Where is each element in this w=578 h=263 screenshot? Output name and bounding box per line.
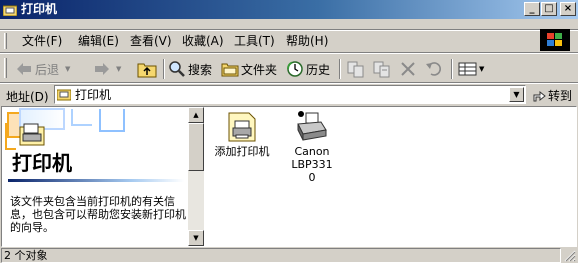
undo-button[interactable]	[425, 59, 443, 79]
resize-grip-icon[interactable]	[564, 250, 576, 262]
address-label: 地址(D)	[6, 90, 49, 104]
divider	[0, 52, 578, 54]
back-arrow-icon	[17, 63, 31, 75]
back-button[interactable]: 后退 ▼	[16, 59, 70, 79]
folders-button[interactable]: 文件夹	[221, 59, 277, 79]
menu-bar: 文件(F) 编辑(E) 查看(V) 收藏(A) 工具(T) 帮助(H)	[0, 31, 578, 51]
search-button[interactable]: 搜索	[168, 59, 212, 79]
status-text-panel: 2 个对象	[1, 248, 561, 263]
move-to-icon	[347, 61, 364, 78]
search-icon	[169, 61, 185, 77]
back-dropdown-icon[interactable]: ▼	[65, 65, 70, 73]
web-view-banner	[2, 107, 188, 151]
title-bar[interactable]: 打印机 _ □ ×	[0, 0, 578, 19]
scroll-down-button[interactable]: ▼	[188, 230, 204, 246]
minimize-icon: _	[529, 3, 535, 14]
toolbar-grip[interactable]	[4, 58, 7, 78]
up-folder-button[interactable]	[137, 59, 157, 79]
up-folder-icon	[137, 63, 157, 78]
add-printer-icon	[228, 112, 256, 142]
views-icon	[458, 62, 477, 76]
forward-button[interactable]: ▼	[94, 59, 121, 79]
copy-to-icon	[373, 61, 390, 78]
vertical-scrollbar[interactable]: ▲ ▼	[188, 107, 204, 246]
scroll-up-button[interactable]: ▲	[188, 107, 204, 123]
printers-folder-icon	[57, 89, 71, 101]
delete-icon	[401, 62, 415, 76]
forward-dropdown-icon[interactable]: ▼	[116, 65, 121, 73]
menu-grip[interactable]	[4, 33, 7, 49]
windows-logo-icon	[540, 29, 570, 51]
printers-folder-icon	[3, 5, 17, 16]
window-title: 打印机	[21, 2, 58, 16]
back-label: 后退	[35, 62, 60, 77]
pane-description: 该文件夹包含当前打印机的有关信息，也包含可以帮助您安装新打印机的向导。	[10, 195, 186, 234]
address-value: 打印机	[75, 88, 112, 102]
explorer-window: 打印机 _ □ × 文件(F) 编辑(E) 查看(V) 收藏(A) 工具(T) …	[0, 0, 578, 263]
address-input[interactable]: 打印机 ▼	[54, 85, 526, 104]
list-item[interactable]: 添加打印机	[206, 109, 278, 158]
status-bar: 2 个对象	[0, 247, 578, 263]
list-item[interactable]: Canon LBP3310	[276, 109, 348, 184]
toolbar-separator	[339, 59, 341, 79]
arrow-down-icon: ▼	[193, 234, 199, 242]
chevron-down-icon: ▼	[513, 90, 520, 99]
go-arrow-icon	[533, 90, 546, 101]
toolbar-separator	[163, 59, 165, 79]
close-icon: ×	[563, 3, 573, 14]
folders-icon	[221, 63, 239, 77]
delete-button[interactable]	[400, 59, 416, 79]
menu-help[interactable]: 帮助(H)	[286, 34, 328, 48]
item-label: 添加打印机	[214, 145, 270, 158]
history-button[interactable]: 历史	[286, 59, 330, 79]
items-view: 添加打印机 Canon LBP3310	[206, 107, 576, 246]
undo-icon	[426, 62, 442, 76]
menu-file[interactable]: 文件(F)	[22, 34, 62, 48]
minimize-button[interactable]: _	[524, 2, 540, 16]
pane-title: 打印机	[12, 151, 72, 175]
menu-tools[interactable]: 工具(T)	[234, 34, 275, 48]
scroll-thumb[interactable]	[188, 123, 204, 171]
arrow-up-icon: ▲	[193, 111, 199, 119]
go-label: 转到	[548, 89, 573, 103]
toolbar-separator	[451, 59, 453, 79]
status-text: 2 个对象	[4, 249, 48, 262]
maximize-icon: □	[544, 3, 554, 14]
maximize-button[interactable]: □	[541, 2, 557, 16]
address-dropdown-button[interactable]: ▼	[509, 87, 524, 102]
move-to-button[interactable]	[347, 59, 365, 79]
standard-toolbar: 后退 ▼ ▼ 搜索 文件夹 历史 ▼	[0, 55, 578, 82]
menu-view[interactable]: 查看(V)	[130, 34, 172, 48]
folder-view: 打印机 该文件夹包含当前打印机的有关信息，也包含可以帮助您安装新打印机的向导。 …	[1, 106, 577, 247]
history-icon	[287, 61, 303, 77]
close-button[interactable]: ×	[560, 2, 576, 16]
folders-label: 文件夹	[241, 62, 278, 77]
printer-icon	[297, 111, 327, 141]
menu-favorites[interactable]: 收藏(A)	[182, 34, 224, 48]
history-label: 历史	[306, 62, 331, 77]
web-view-pane: 打印机 该文件夹包含当前打印机的有关信息，也包含可以帮助您安装新打印机的向导。	[2, 107, 188, 246]
forward-arrow-icon	[95, 63, 109, 75]
views-button[interactable]: ▼	[458, 59, 484, 79]
views-dropdown-icon[interactable]: ▼	[479, 65, 484, 73]
search-label: 搜索	[188, 62, 213, 77]
pane-title-underline	[8, 179, 184, 182]
item-label: Canon LBP3310	[291, 145, 333, 184]
address-bar: 地址(D) 打印机 ▼ 转到	[0, 84, 578, 106]
go-button[interactable]: 转到	[532, 87, 572, 104]
copy-to-button[interactable]	[373, 59, 391, 79]
menu-edit[interactable]: 编辑(E)	[78, 34, 119, 48]
